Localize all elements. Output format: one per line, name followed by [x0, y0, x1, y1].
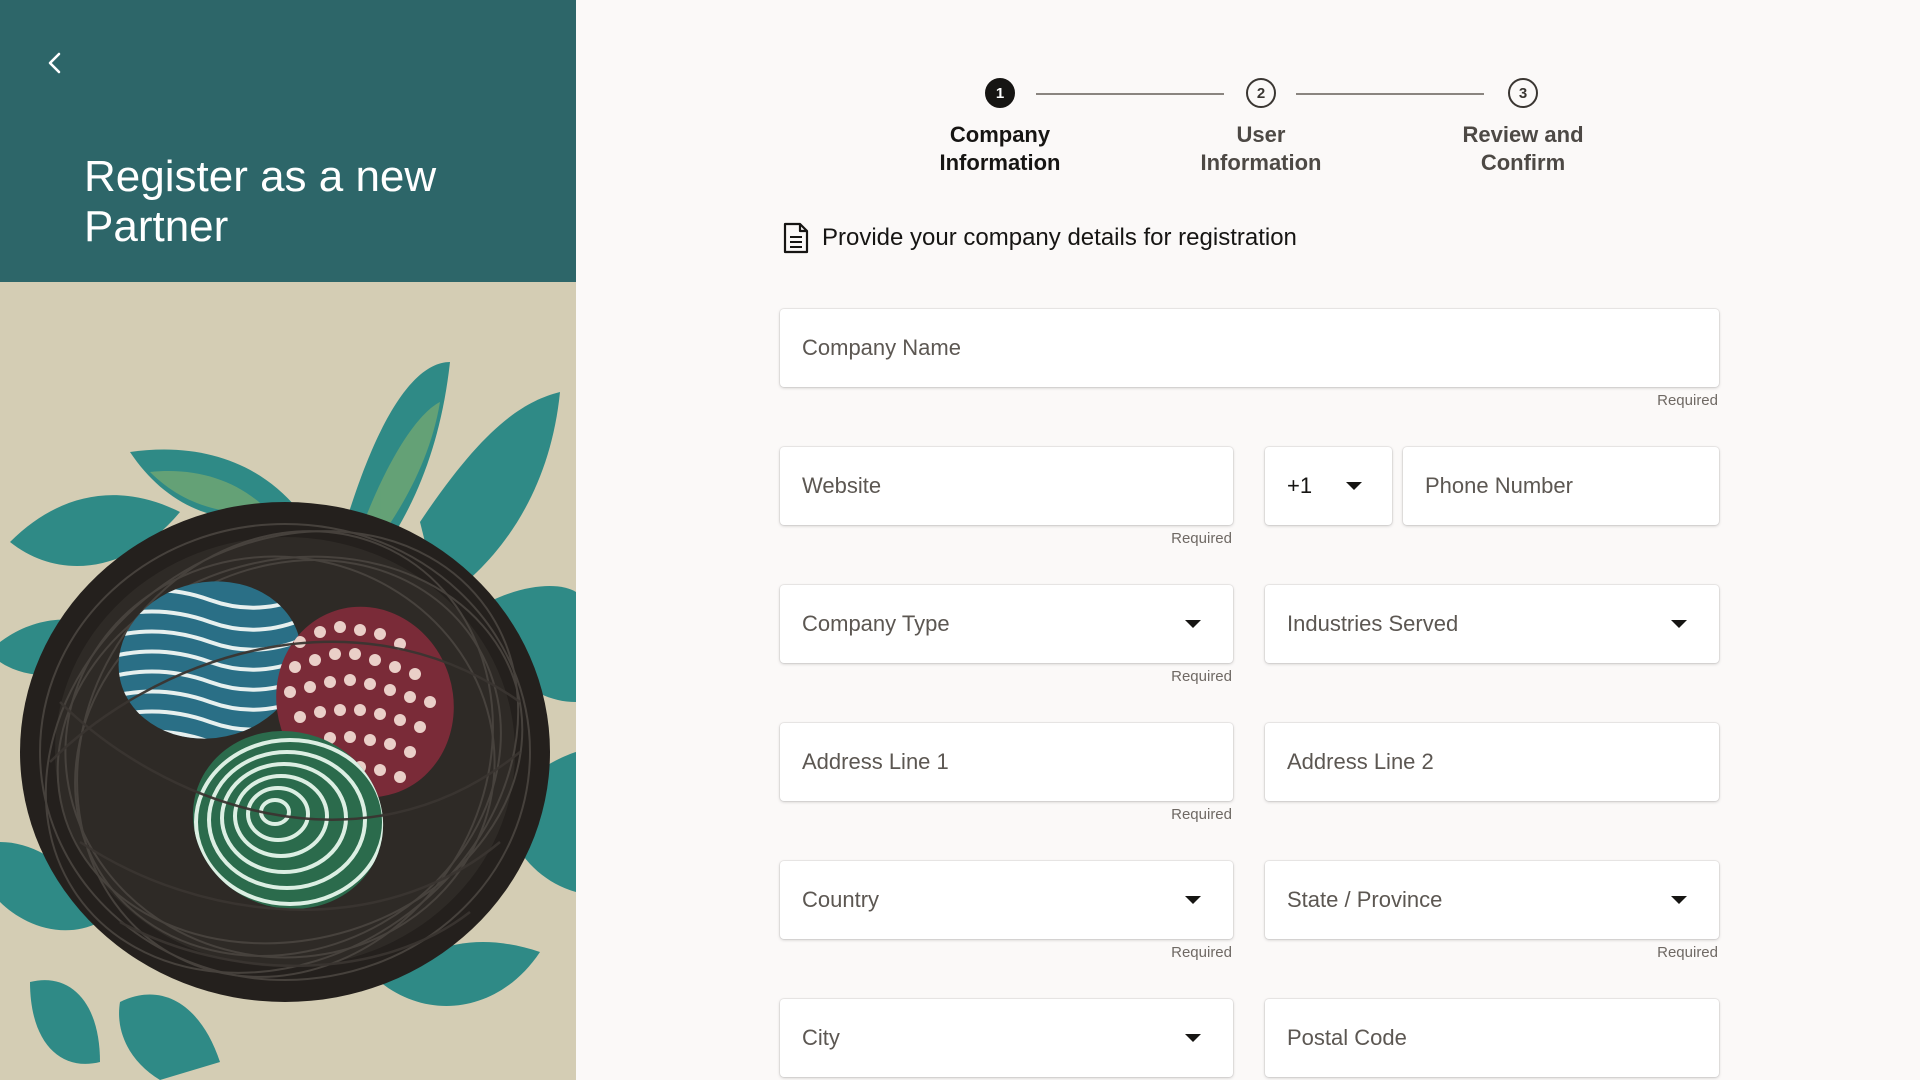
- company-type-select[interactable]: Company Type: [780, 585, 1233, 663]
- left-header: Register as a new Partner: [0, 0, 576, 282]
- address-line-2-field[interactable]: [1265, 723, 1719, 801]
- company-type-required: Required: [1171, 668, 1232, 685]
- address-line-1-field[interactable]: [780, 723, 1233, 801]
- state-province-select[interactable]: State / Province: [1265, 861, 1719, 939]
- country-placeholder: Country: [802, 887, 880, 912]
- form-heading-text: Provide your company details for registr…: [822, 224, 1297, 251]
- address-line-1-required: Required: [1171, 806, 1232, 823]
- step-number: 2: [1246, 78, 1276, 108]
- country-required: Required: [1171, 944, 1232, 961]
- chevron-down-icon: [1671, 896, 1687, 904]
- industries-served-select[interactable]: Industries Served: [1265, 585, 1719, 663]
- country-code-value: +1: [1287, 473, 1313, 498]
- form-heading: Provide your company details for registr…: [782, 222, 1297, 254]
- city-placeholder: City: [802, 1025, 840, 1050]
- address-line-2-input[interactable]: [1265, 723, 1719, 801]
- step-review-and-confirm[interactable]: 3 Review and Confirm: [1423, 78, 1623, 177]
- company-type-placeholder: Company Type: [802, 611, 950, 636]
- step-user-information[interactable]: 2 User Information: [1161, 78, 1361, 177]
- chevron-down-icon: [1185, 620, 1201, 628]
- city-select[interactable]: City: [780, 999, 1233, 1077]
- state-province-placeholder: State / Province: [1287, 887, 1443, 912]
- step-label: Company Information: [939, 122, 1061, 175]
- company-name-field[interactable]: [780, 309, 1719, 387]
- postal-code-input[interactable]: [1265, 999, 1719, 1077]
- chevron-down-icon: [1185, 1034, 1201, 1042]
- website-field[interactable]: [780, 447, 1233, 525]
- phone-number-field[interactable]: [1403, 447, 1719, 525]
- postal-code-field[interactable]: [1265, 999, 1719, 1077]
- state-province-required: Required: [1657, 944, 1718, 961]
- address-line-1-input[interactable]: [780, 723, 1233, 801]
- nest-illustration: [0, 282, 576, 1080]
- website-required: Required: [1171, 530, 1232, 547]
- chevron-left-icon: [48, 52, 61, 74]
- page-title: Register as a new Partner: [84, 152, 437, 251]
- chevron-down-icon: [1671, 620, 1687, 628]
- document-icon: [783, 222, 809, 254]
- step-label: Review and Confirm: [1462, 122, 1584, 175]
- country-code-select[interactable]: +1: [1265, 447, 1392, 525]
- progress-stepper: 1 Company Information 2 User Information…: [900, 78, 1620, 188]
- left-panel: Register as a new Partner: [0, 0, 576, 1080]
- chevron-down-icon: [1185, 896, 1201, 904]
- country-select[interactable]: Country: [780, 861, 1233, 939]
- step-label: User Information: [1200, 122, 1322, 175]
- step-company-information[interactable]: 1 Company Information: [900, 78, 1100, 177]
- chevron-down-icon: [1346, 482, 1362, 490]
- company-name-required: Required: [1657, 392, 1718, 409]
- company-name-input[interactable]: [780, 309, 1719, 387]
- website-input[interactable]: [780, 447, 1233, 525]
- phone-number-input[interactable]: [1403, 447, 1719, 525]
- step-number: 1: [985, 78, 1015, 108]
- industries-served-placeholder: Industries Served: [1287, 611, 1459, 636]
- back-button[interactable]: [38, 46, 72, 80]
- step-number: 3: [1508, 78, 1538, 108]
